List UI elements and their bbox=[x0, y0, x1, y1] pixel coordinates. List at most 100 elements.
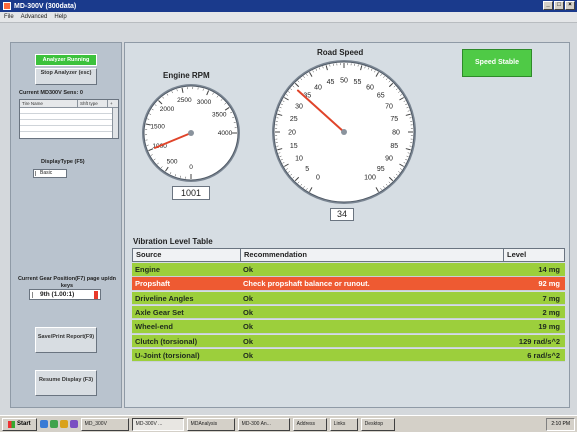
quick-launch bbox=[39, 420, 78, 428]
menu-advanced[interactable]: Advanced bbox=[21, 14, 48, 20]
vibration-row[interactable]: Axle Gear Set Ok 2 mg bbox=[132, 305, 565, 320]
speed-tick-label: 100 bbox=[364, 174, 376, 181]
vibration-row[interactable]: Driveline Angles Ok 7 mg bbox=[132, 291, 565, 306]
vibration-row[interactable]: Engine Ok 14 mg bbox=[132, 263, 565, 277]
rpm-tick-label: 3500 bbox=[212, 111, 227, 118]
vibration-table-header: Source Recommendation Level bbox=[132, 248, 565, 262]
speed-tick-label: 0 bbox=[316, 174, 320, 181]
display-type-label: DisplayType (F5) bbox=[41, 159, 85, 165]
app-icon bbox=[3, 2, 11, 10]
close-button[interactable]: × bbox=[565, 1, 575, 10]
sensor-col-add[interactable]: + bbox=[108, 100, 118, 107]
spinner-icon[interactable] bbox=[32, 292, 35, 298]
left-control-panel: Analyzer Running Stop Analyzer (esc) Cur… bbox=[10, 42, 122, 408]
gear-indicator bbox=[94, 291, 98, 299]
task-mdanalysis[interactable]: MDAnalysis bbox=[186, 417, 235, 431]
desktop-toolbar[interactable]: Desktop bbox=[360, 417, 395, 431]
speed-tick-label: 95 bbox=[377, 166, 385, 173]
speed-tick-label: 30 bbox=[295, 103, 303, 110]
vibration-level: 19 mg bbox=[538, 322, 560, 332]
speed-tick-label: 75 bbox=[390, 116, 398, 123]
gear-position-select[interactable]: 9th (1.00:1) bbox=[29, 289, 101, 300]
start-button[interactable]: Start bbox=[2, 417, 37, 431]
speed-tick-label: 60 bbox=[366, 84, 374, 91]
header-recommendation: Recommendation bbox=[241, 249, 504, 261]
speed-tick-label: 50 bbox=[340, 77, 348, 84]
vibration-recommendation: Ok bbox=[243, 336, 254, 346]
minimize-button[interactable]: _ bbox=[543, 1, 553, 10]
engine-rpm-title: Engine RPM bbox=[163, 71, 210, 80]
resume-display-button[interactable]: Resume Display (F3) bbox=[35, 370, 97, 396]
vibration-level: 129 rad/s^2 bbox=[518, 336, 560, 346]
main-panel: Engine RPM 05001000150020002500300035004… bbox=[124, 42, 570, 408]
maximize-button[interactable]: □ bbox=[554, 1, 564, 10]
vibration-level: 2 mg bbox=[542, 307, 560, 317]
vibration-recommendation: Ok bbox=[243, 322, 254, 332]
speed-tick-label: 20 bbox=[288, 129, 296, 136]
sensor-table-header: Tire Name Shft type + bbox=[20, 100, 118, 108]
analyzer-running-button[interactable]: Analyzer Running bbox=[35, 54, 97, 66]
media-icon[interactable] bbox=[69, 420, 78, 428]
save-print-report-button[interactable]: Save/Print Report(F9) bbox=[35, 327, 97, 353]
vibration-table-title: Vibration Level Table bbox=[133, 237, 213, 246]
vibration-recommendation: Ok bbox=[243, 265, 254, 274]
address-bar[interactable]: Address bbox=[292, 417, 327, 431]
rpm-tick-label: 500 bbox=[167, 158, 178, 165]
menu-bar: File Advanced Help bbox=[0, 12, 577, 23]
menu-help[interactable]: Help bbox=[54, 14, 66, 20]
vibration-source: Driveline Angles bbox=[135, 293, 194, 303]
speed-tick-label: 70 bbox=[385, 103, 393, 110]
task-md300-analysis[interactable]: MD-300 An... bbox=[237, 417, 290, 431]
speed-hub bbox=[341, 129, 347, 135]
window-controls: _ □ × bbox=[543, 1, 575, 10]
vibration-level: 14 mg bbox=[538, 265, 560, 274]
display-type-select[interactable]: Basic bbox=[33, 169, 67, 178]
menu-file[interactable]: File bbox=[4, 14, 14, 20]
vibration-recommendation: Check propshaft balance or runout. bbox=[243, 279, 370, 289]
vibration-recommendation: Ok bbox=[243, 350, 254, 360]
task-md300v[interactable]: MD_300V bbox=[80, 417, 129, 431]
vibration-row[interactable]: Clutch (torsional) Ok 129 rad/s^2 bbox=[132, 334, 565, 348]
vibration-row[interactable]: U-Joint (torsional) Ok 6 rad/s^2 bbox=[132, 348, 565, 363]
vibration-level: 7 mg bbox=[542, 293, 560, 303]
links-toolbar[interactable]: Links bbox=[329, 417, 358, 431]
start-label: Start bbox=[17, 421, 31, 427]
road-speed-readout: 34 bbox=[330, 208, 354, 221]
speed-tick-label: 90 bbox=[385, 155, 393, 162]
sensor-scrollbar[interactable] bbox=[112, 108, 118, 138]
vibration-row[interactable]: Wheel-end Ok 19 mg bbox=[132, 320, 565, 334]
sensor-table[interactable]: Tire Name Shft type + bbox=[19, 99, 119, 139]
sensor-col-tire-name[interactable]: Tire Name bbox=[20, 100, 78, 107]
task-md300v-window[interactable]: MD-300V ... bbox=[131, 417, 184, 431]
spinner-icon[interactable] bbox=[35, 171, 38, 176]
windows-logo-icon bbox=[8, 420, 15, 428]
rpm-tick-label: 4000 bbox=[218, 130, 233, 137]
folder-icon[interactable] bbox=[59, 420, 68, 428]
gear-position-value: 9th (1.00:1) bbox=[40, 291, 75, 298]
window-title: MD-300V (300data) bbox=[14, 2, 77, 10]
rpm-hub bbox=[188, 130, 194, 136]
vibration-source: Wheel-end bbox=[135, 322, 173, 332]
header-source: Source bbox=[133, 249, 241, 261]
speed-tick-label: 15 bbox=[290, 143, 298, 150]
speed-tick-label: 80 bbox=[392, 129, 400, 136]
vibration-row[interactable]: Propshaft Check propshaft balance or runo… bbox=[132, 277, 565, 291]
sensor-col-shaft-type[interactable]: Shft type bbox=[78, 100, 108, 107]
speed-tick-label: 55 bbox=[354, 79, 362, 86]
system-clock: 2:10 PM bbox=[546, 417, 575, 431]
vibration-source: Engine bbox=[135, 265, 161, 274]
browser-icon[interactable] bbox=[49, 420, 58, 428]
stop-analyzer-button[interactable]: Stop Analyzer (esc) bbox=[35, 68, 97, 85]
vibration-level: 6 rad/s^2 bbox=[527, 350, 560, 360]
speed-tick-label: 25 bbox=[290, 116, 298, 123]
rpm-tick-label: 2500 bbox=[177, 97, 192, 104]
rpm-tick-label: 1500 bbox=[150, 124, 165, 131]
vibration-recommendation: Ok bbox=[243, 293, 254, 303]
speed-tick-label: 40 bbox=[314, 84, 322, 91]
rpm-tick-label: 2000 bbox=[160, 106, 175, 113]
app-window: MD-300V (300data) _ □ × File Advanced He… bbox=[0, 0, 577, 432]
desktop-icon[interactable] bbox=[39, 420, 48, 428]
engine-rpm-readout: 1001 bbox=[172, 186, 210, 200]
current-sensors-label: Current MD300V Sens: 0 bbox=[19, 90, 83, 96]
sensor-row[interactable] bbox=[20, 126, 118, 132]
